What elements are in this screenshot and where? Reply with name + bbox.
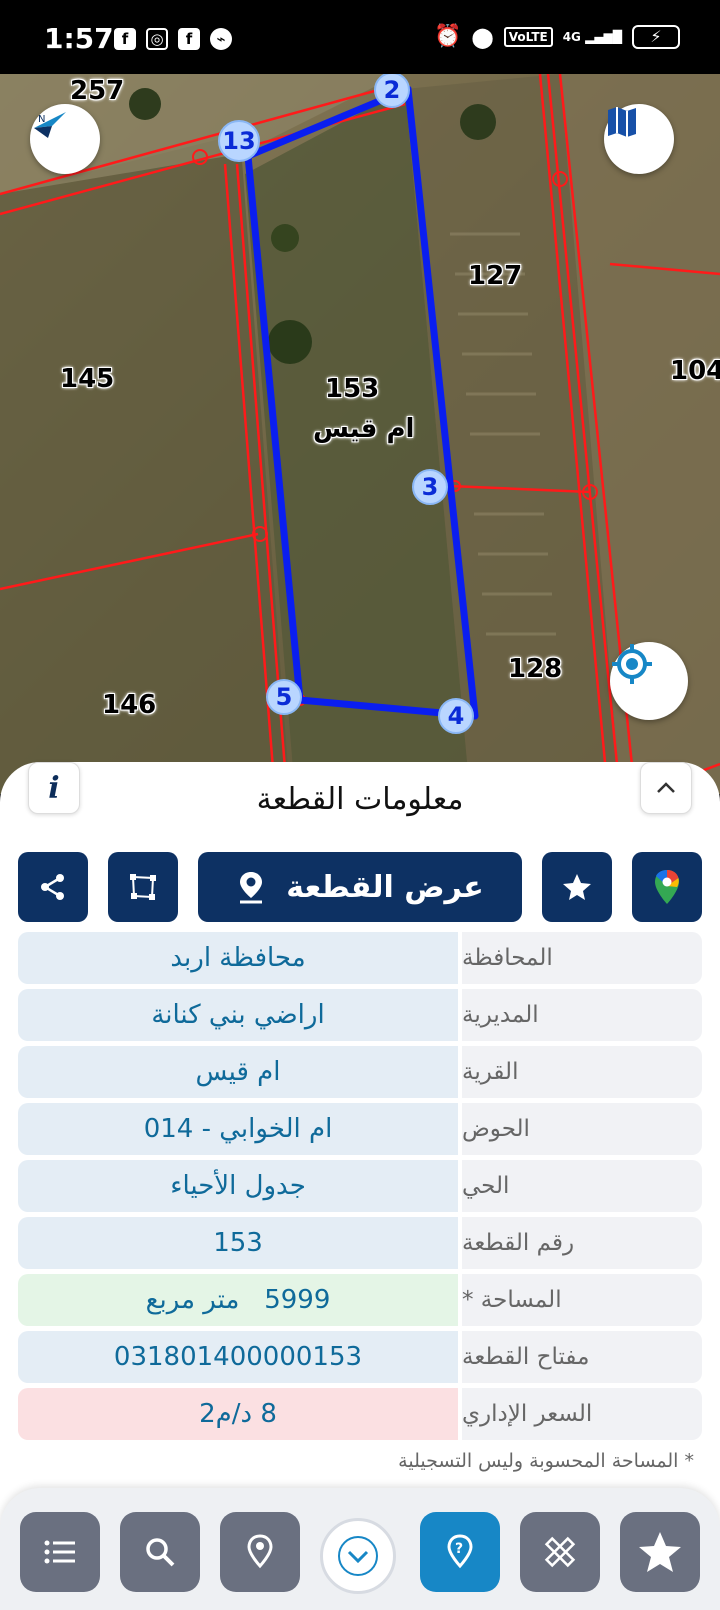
vertex-marker[interactable]: 13 bbox=[218, 120, 260, 162]
row-value: 8 د/م2 bbox=[18, 1388, 458, 1440]
network-type: 4G bbox=[562, 29, 581, 44]
row-value: 153 bbox=[18, 1217, 458, 1269]
compass-button[interactable]: N bbox=[30, 104, 100, 174]
draw-boundary-button[interactable] bbox=[108, 852, 178, 922]
facebook-icon: f bbox=[178, 28, 200, 50]
row-value: 031801400000153 bbox=[18, 1331, 458, 1383]
bottom-toolbar: ? bbox=[0, 1488, 720, 1610]
facebook-icon: f bbox=[114, 28, 136, 50]
row-label: الحوض bbox=[462, 1103, 702, 1155]
parcel-label-127: 127 bbox=[468, 261, 523, 291]
satellite-map[interactable]: 257 127 145 104 153 ام قيس 128 146 2 13 … bbox=[0, 74, 720, 794]
favorite-button[interactable] bbox=[542, 852, 612, 922]
parcel-label-128: 128 bbox=[508, 654, 563, 684]
alarm-icon: ⏰ bbox=[433, 24, 462, 49]
crosshair-icon bbox=[612, 644, 652, 684]
system-icons: ⏰ ⬤ VoLTE 4G ▂▄▆█ ⚡ bbox=[434, 24, 680, 49]
parcel-label-104: 104 bbox=[670, 356, 720, 386]
help-location-button[interactable]: ? bbox=[420, 1512, 500, 1592]
village-label: ام قيس bbox=[313, 414, 415, 444]
show-parcel-button[interactable]: عرض القطعة bbox=[198, 852, 522, 922]
star-icon bbox=[639, 1532, 681, 1572]
share-button[interactable] bbox=[18, 852, 88, 922]
favorites-button[interactable] bbox=[620, 1512, 700, 1592]
svg-text:?: ? bbox=[455, 1541, 463, 1557]
parcel-label-257: 257 bbox=[70, 76, 125, 106]
parcel-info-table: محافظة اربد المحافظة اراضي بني كنانة الم… bbox=[18, 932, 702, 1445]
table-row-price: 8 د/م2 السعر الإداري bbox=[18, 1388, 702, 1440]
google-maps-icon bbox=[655, 870, 679, 904]
google-maps-button[interactable] bbox=[632, 852, 702, 922]
volte-icon: VoLTE bbox=[503, 26, 553, 47]
row-label: مفتاح القطعة bbox=[462, 1331, 702, 1383]
expand-menu-button[interactable] bbox=[320, 1518, 396, 1594]
star-icon bbox=[563, 874, 591, 900]
chevron-down-icon bbox=[338, 1536, 378, 1576]
parcel-label-153: 153 bbox=[325, 374, 380, 404]
notification-icons: f ◎ f ⌁ bbox=[114, 28, 232, 50]
table-row: 153 رقم القطعة bbox=[18, 1217, 702, 1269]
status-bar: 1:57 f ◎ f ⌁ ⏰ ⬤ VoLTE 4G ▂▄▆█ ⚡ bbox=[0, 0, 720, 74]
parcel-label-145: 145 bbox=[60, 364, 115, 394]
table-row: محافظة اربد المحافظة bbox=[18, 932, 702, 984]
table-row: ام قيس القرية bbox=[18, 1046, 702, 1098]
messenger-icon: ⌁ bbox=[210, 28, 232, 50]
table-row: ام الخوابي - 014 الحوض bbox=[18, 1103, 702, 1155]
map-icon bbox=[608, 107, 636, 137]
parcel-info-panel: i معلومات القطعة عرض القطعة محافظة اربد … bbox=[0, 762, 720, 1610]
instagram-icon: ◎ bbox=[146, 28, 168, 50]
row-label: المساحة * bbox=[462, 1274, 702, 1326]
show-parcel-label: عرض القطعة bbox=[286, 869, 484, 905]
collapse-panel-button[interactable] bbox=[640, 762, 692, 814]
my-location-button[interactable] bbox=[610, 642, 688, 720]
location-icon: ⬤ bbox=[471, 24, 494, 49]
row-value: جدول الأحياء bbox=[18, 1160, 458, 1212]
chevron-up-icon bbox=[657, 782, 675, 793]
row-label: القرية bbox=[462, 1046, 702, 1098]
table-row: جدول الأحياء الحي bbox=[18, 1160, 702, 1212]
compass-icon: N bbox=[34, 112, 66, 138]
help-location-icon: ? bbox=[447, 1534, 473, 1569]
row-label: رقم القطعة bbox=[462, 1217, 702, 1269]
status-time: 1:57 bbox=[44, 22, 114, 55]
row-label: السعر الإداري bbox=[462, 1388, 702, 1440]
signal-4g-icon: 4G ▂▄▆█ bbox=[562, 29, 622, 44]
locate-parcel-button[interactable] bbox=[220, 1512, 300, 1592]
row-value: ام الخوابي - 014 bbox=[18, 1103, 458, 1155]
vertex-marker[interactable]: 3 bbox=[412, 469, 448, 505]
table-row: 031801400000153 مفتاح القطعة bbox=[18, 1331, 702, 1383]
share-icon bbox=[41, 874, 64, 900]
list-button[interactable] bbox=[20, 1512, 100, 1592]
area-footnote: * المساحة المحسوبة وليس التسجيلية bbox=[398, 1450, 694, 1472]
vertex-marker[interactable]: 4 bbox=[438, 698, 474, 734]
location-pin-icon bbox=[240, 872, 263, 904]
search-icon bbox=[146, 1538, 175, 1567]
svg-text:N: N bbox=[38, 114, 45, 125]
row-label: المديرية bbox=[462, 989, 702, 1041]
row-label: الحي bbox=[462, 1160, 702, 1212]
row-value: اراضي بني كنانة bbox=[18, 989, 458, 1041]
row-value: محافظة اربد bbox=[18, 932, 458, 984]
parcel-label-146: 146 bbox=[102, 690, 157, 720]
search-button[interactable] bbox=[120, 1512, 200, 1592]
row-label: المحافظة bbox=[462, 932, 702, 984]
table-row-area: 5999 متر مربع المساحة * bbox=[18, 1274, 702, 1326]
polygon-select-icon bbox=[130, 874, 156, 900]
list-icon bbox=[44, 1540, 75, 1564]
ruler-tools-icon bbox=[544, 1536, 576, 1568]
row-value: ام قيس bbox=[18, 1046, 458, 1098]
measure-tools-button[interactable] bbox=[520, 1512, 600, 1592]
row-value: 5999 متر مربع bbox=[18, 1274, 458, 1326]
map-layers-button[interactable] bbox=[604, 104, 674, 174]
table-row: اراضي بني كنانة المديرية bbox=[18, 989, 702, 1041]
battery-charging-icon: ⚡ bbox=[632, 24, 680, 49]
vertex-marker[interactable]: 5 bbox=[266, 679, 302, 715]
location-pin-icon bbox=[247, 1534, 273, 1569]
panel-title: معلومات القطعة bbox=[256, 782, 464, 817]
